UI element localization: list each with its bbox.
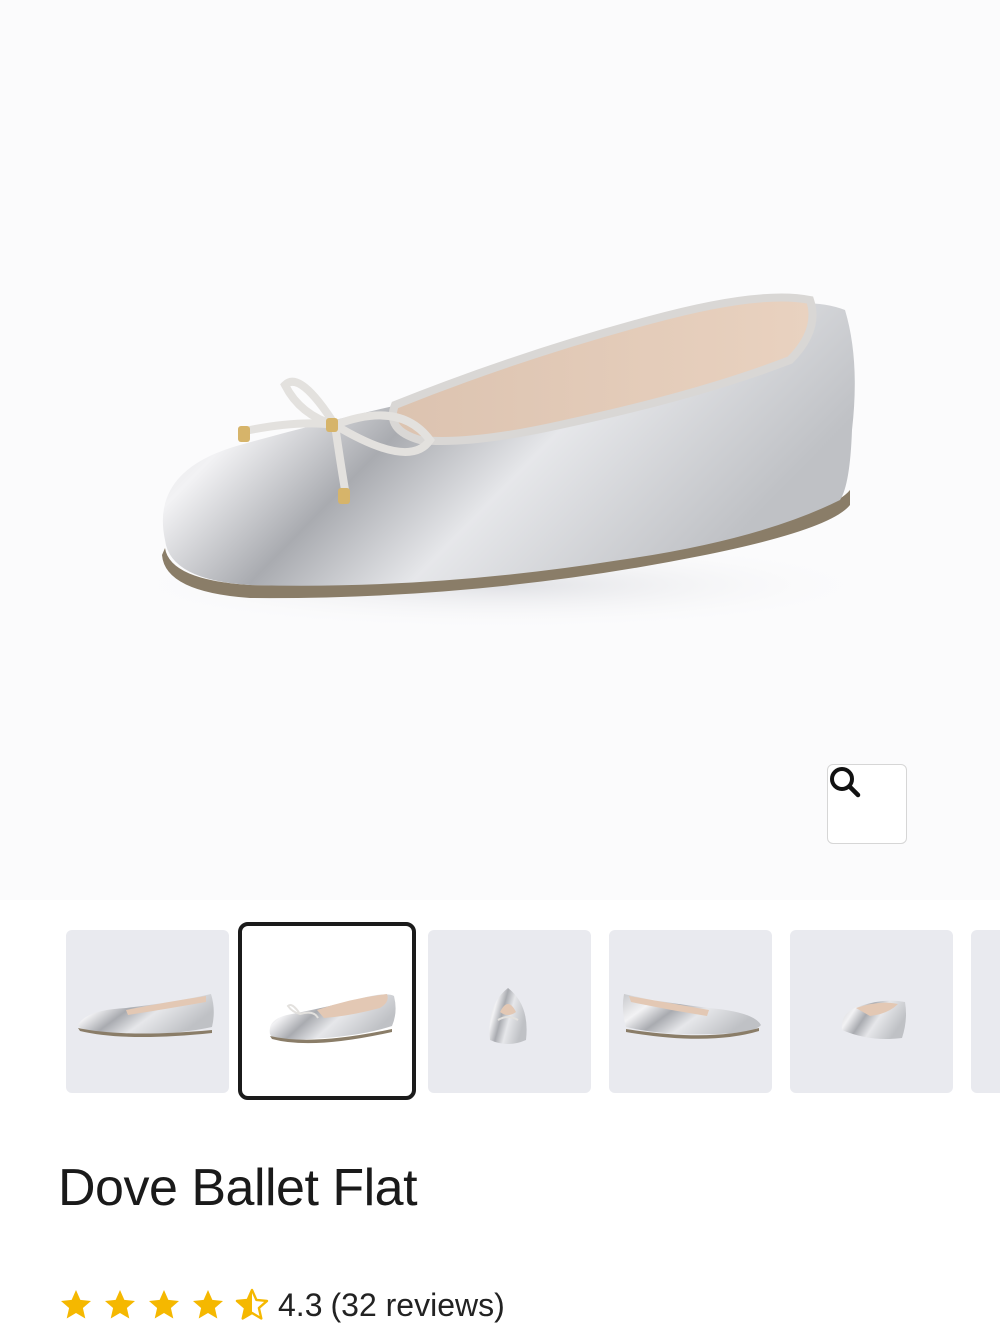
thumbnail-4[interactable]: [609, 930, 772, 1093]
thumbnail-5[interactable]: [790, 930, 953, 1093]
star-half-icon: [234, 1287, 270, 1323]
star-icon: [146, 1287, 182, 1323]
star-icon: [190, 1287, 226, 1323]
zoom-button[interactable]: [827, 764, 907, 844]
thumbnail-image-back: [841, 1000, 906, 1039]
thumbnail-image-front: [489, 988, 527, 1044]
thumbnail-image-side-reverse: [622, 994, 761, 1039]
star-rating: [58, 1287, 270, 1323]
star-icon: [102, 1287, 138, 1323]
thumbnail-2-selected[interactable]: [238, 922, 416, 1100]
thumbnail-image-partial: [971, 930, 1000, 1093]
thumbnail-3[interactable]: [428, 930, 591, 1093]
thumbnail-6[interactable]: [971, 930, 1000, 1093]
rating-summary[interactable]: 4.3 (32 reviews): [278, 1287, 505, 1324]
thumbnail-image-side: [78, 994, 214, 1038]
search-icon: [830, 767, 861, 798]
thumbnail-strip[interactable]: [0, 920, 1000, 1105]
star-icon: [58, 1287, 94, 1323]
thumbnail-image-three-quarter: [269, 994, 396, 1044]
rating-value: 4.3: [278, 1286, 323, 1323]
product-main-image[interactable]: [0, 0, 1000, 900]
reviews-count-link[interactable]: (32 reviews): [330, 1287, 504, 1324]
product-rating[interactable]: 4.3 (32 reviews): [58, 1285, 505, 1325]
thumbnail-1[interactable]: [66, 930, 229, 1093]
product-title: Dove Ballet Flat: [58, 1159, 418, 1217]
